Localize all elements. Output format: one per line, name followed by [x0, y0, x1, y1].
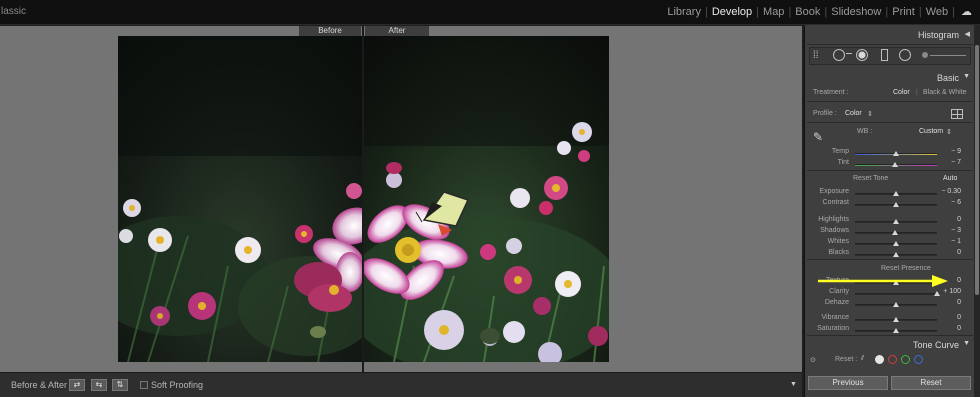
collapse-icon[interactable]: ▼ — [963, 340, 970, 347]
reset-button[interactable]: Reset — [891, 376, 971, 390]
after-photo[interactable] — [364, 36, 609, 362]
crop-icon[interactable] — [833, 49, 845, 61]
module-web[interactable]: Web — [922, 6, 952, 18]
slider-label: Clarity — [829, 288, 849, 295]
parametric-curve-icon[interactable]: ⫽ — [861, 355, 864, 363]
module-map[interactable]: Map — [759, 6, 788, 18]
previous-button[interactable]: Previous — [808, 376, 888, 390]
module-book[interactable]: Book — [791, 6, 824, 18]
eyedropper-icon[interactable]: ✎ — [813, 130, 823, 144]
slider-label: Dehaze — [824, 299, 849, 306]
soft-proofing-label: Soft Proofing — [151, 380, 204, 390]
after-label: After — [365, 26, 429, 36]
slider-label: Shadows — [820, 227, 849, 234]
top-bar: lassic Library | Develop | Map | Book | Slid… — [0, 0, 980, 25]
slider-label: Contrast — [822, 199, 849, 206]
dehaze-slider-handle[interactable] — [893, 302, 899, 307]
cloud-icon[interactable]: ☁ — [961, 5, 972, 18]
red-channel-icon[interactable] — [888, 355, 897, 364]
slider-label: Blacks — [828, 249, 849, 256]
brush-icon[interactable] — [922, 52, 928, 58]
right-panel: Histogram ◀ ⁞⁞ Basic ▼ Treatment : Color… — [804, 25, 974, 397]
module-picker: Library | Develop | Map | Book | Slideshow | … — [663, 5, 972, 19]
module-develop[interactable]: Develop — [708, 6, 756, 18]
module-slideshow[interactable]: Slideshow — [827, 6, 885, 18]
auto-button[interactable]: Auto — [943, 175, 957, 182]
vibrance-slider-handle[interactable] — [893, 317, 899, 322]
slider-label: Exposure — [819, 188, 849, 195]
wb-dropdown[interactable]: Custom — [919, 128, 943, 135]
blacks-slider-handle[interactable] — [893, 252, 899, 257]
copy-settings-button[interactable]: ⇆ — [91, 379, 107, 391]
spot-removal-icon[interactable] — [856, 49, 868, 61]
temp-slider-handle[interactable] — [893, 151, 899, 156]
slider-value[interactable]: − 3 — [931, 227, 961, 234]
treatment-bw[interactable]: Black & White — [923, 89, 967, 96]
bottom-toolbar: Before & After : ⇄ ⇆ ⇅ Soft Proofing ▼ — [0, 372, 802, 397]
annotation-arrow-icon — [818, 275, 948, 287]
before-after-label: Before & After : — [11, 380, 73, 390]
slider-value[interactable]: − 6 — [931, 199, 961, 206]
rgb-channel-icon[interactable] — [875, 355, 884, 364]
graduated-filter-icon[interactable] — [881, 49, 888, 61]
before-photo[interactable] — [118, 36, 362, 362]
slider-label: Highlights — [818, 216, 849, 223]
target-icon[interactable]: ⊙ — [810, 356, 816, 364]
clarity-slider[interactable] — [855, 293, 937, 295]
slider-value[interactable]: 0 — [931, 325, 961, 332]
slider-label: Saturation — [817, 325, 849, 332]
contrast-slider-handle[interactable] — [893, 202, 899, 207]
reset-presence-button[interactable]: Reset Presence — [881, 265, 931, 272]
module-library[interactable]: Library — [663, 6, 705, 18]
whites-slider-handle[interactable] — [893, 241, 899, 246]
slider-value[interactable]: 0 — [931, 249, 961, 256]
slider-label: Vibrance — [821, 314, 849, 321]
grid-icon[interactable]: ⁞⁞ — [813, 50, 819, 61]
tint-slider-handle[interactable] — [892, 162, 899, 167]
app-title: lassic — [1, 6, 27, 17]
slider-value[interactable]: + 100 — [931, 288, 961, 295]
profile-browser-icon[interactable] — [951, 109, 963, 119]
profile-dropdown[interactable]: Color — [845, 110, 862, 117]
exposure-slider-handle[interactable] — [893, 191, 899, 196]
before-after-divider[interactable] — [362, 26, 364, 372]
collapse-icon[interactable]: ◀ — [965, 30, 970, 38]
slider-label: Temp — [831, 148, 849, 155]
dropdown-arrow-icon: ⇕ — [946, 129, 952, 136]
tool-strip: ⁞⁞ — [809, 47, 971, 65]
slider-value[interactable]: − 0.30 — [931, 188, 961, 195]
scrollbar-thumb[interactable] — [975, 45, 979, 295]
soft-proofing-checkbox[interactable] — [140, 381, 148, 389]
blue-channel-icon[interactable] — [914, 355, 923, 364]
histogram-header[interactable]: Histogram ◀ — [805, 27, 974, 43]
module-print[interactable]: Print — [888, 6, 919, 18]
slider-value[interactable]: − 7 — [931, 159, 961, 166]
treatment-color[interactable]: Color — [893, 89, 910, 96]
swap-before-after-button[interactable]: ⇄ — [69, 379, 85, 391]
slider-value[interactable]: 0 — [931, 299, 961, 306]
highlights-slider-handle[interactable] — [893, 219, 899, 224]
tone-curve-header[interactable]: Tone Curve ▼ — [805, 337, 974, 353]
before-label: Before — [299, 26, 361, 36]
saturation-slider-handle[interactable] — [893, 328, 899, 333]
slider-value[interactable]: − 1 — [931, 238, 961, 245]
dropdown-arrow-icon: ⇕ — [867, 111, 873, 118]
reset-tone-button[interactable]: Reset Tone — [853, 175, 888, 182]
collapse-icon[interactable]: ▼ — [963, 73, 970, 80]
swap-settings-button[interactable]: ⇅ — [112, 379, 128, 391]
basic-header[interactable]: Basic ▼ — [805, 70, 974, 86]
slider-value[interactable]: 0 — [931, 216, 961, 223]
shadows-slider-handle[interactable] — [892, 230, 899, 235]
toolbar-menu-icon[interactable]: ▼ — [790, 381, 797, 388]
slider-value[interactable]: − 9 — [931, 148, 961, 155]
radial-filter-icon[interactable] — [899, 49, 911, 61]
green-channel-icon[interactable] — [901, 355, 910, 364]
image-view: Before After — [0, 26, 802, 372]
slider-value[interactable]: 0 — [931, 314, 961, 321]
slider-label: Whites — [827, 238, 849, 245]
slider-label: Tint — [837, 159, 849, 166]
